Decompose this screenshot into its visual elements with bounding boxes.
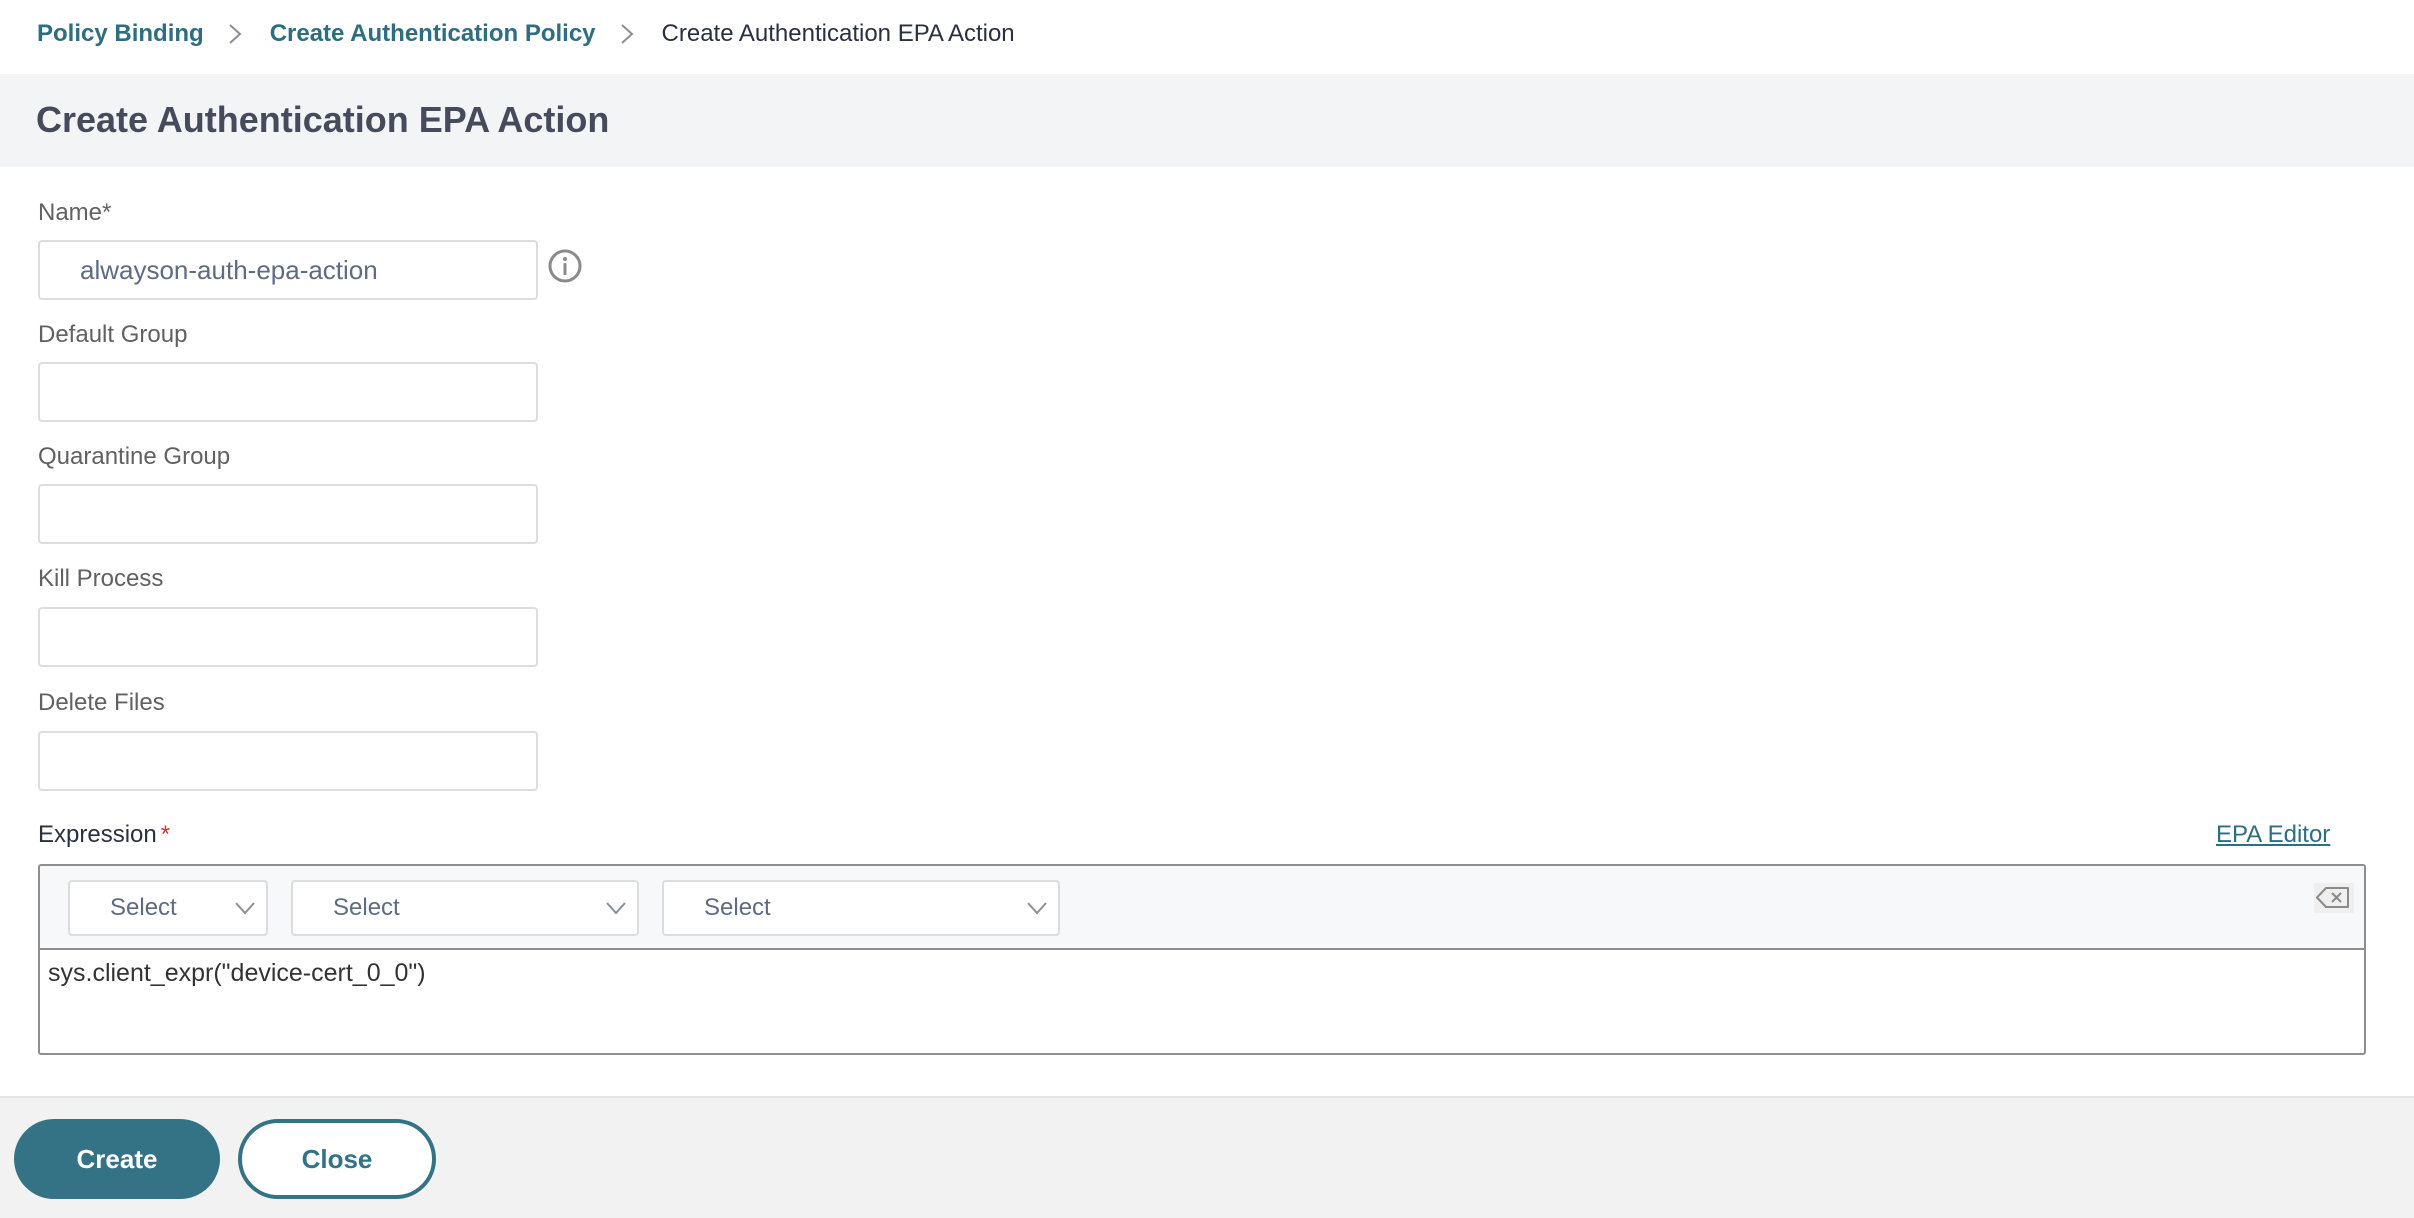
delete-files-label: Delete Files <box>38 689 165 716</box>
breadcrumb-policy-binding[interactable]: Policy Binding <box>37 20 204 48</box>
expression-label-text: Expression <box>38 821 157 848</box>
breadcrumb: Policy Binding Create Authentication Pol… <box>37 14 1015 54</box>
epa-editor-link[interactable]: EPA Editor <box>2216 820 2330 850</box>
footer: Create Close <box>0 1096 2414 1218</box>
default-group-input[interactable] <box>38 362 538 422</box>
breadcrumb-current: Create Authentication EPA Action <box>661 20 1015 47</box>
close-button[interactable]: Close <box>238 1119 436 1199</box>
backspace-clear-icon[interactable] <box>2314 883 2354 913</box>
quarantine-group-input[interactable] <box>38 484 538 544</box>
expression-toolbar: Select Select Select <box>40 866 2364 950</box>
expression-label: Expression * <box>38 820 170 850</box>
required-marker: * <box>160 821 171 848</box>
default-group-label: Default Group <box>38 321 188 348</box>
chevron-down-icon <box>605 898 627 918</box>
page-title: Create Authentication EPA Action <box>36 99 610 140</box>
delete-files-input[interactable] <box>38 731 538 791</box>
expression-select-2[interactable]: Select <box>291 880 639 936</box>
quarantine-group-label: Quarantine Group <box>38 443 231 470</box>
kill-process-label: Kill Process <box>38 565 164 592</box>
select-value: Select <box>333 894 400 921</box>
expression-select-1[interactable]: Select <box>68 880 268 936</box>
kill-process-input[interactable] <box>38 607 538 667</box>
chevron-right-icon <box>620 23 634 45</box>
name-label: Name* <box>38 199 112 226</box>
chevron-down-icon <box>234 898 256 918</box>
info-icon[interactable] <box>547 248 583 284</box>
select-value: Select <box>110 894 177 921</box>
expression-editor: Select Select Select sys.client_expr("de… <box>38 864 2366 1055</box>
chevron-right-icon <box>228 23 242 45</box>
create-button[interactable]: Create <box>14 1119 220 1199</box>
expression-textarea[interactable]: sys.client_expr("device-cert_0_0") <box>48 958 2348 1048</box>
name-input[interactable] <box>38 240 538 300</box>
page-header: Create Authentication EPA Action <box>0 74 2414 167</box>
breadcrumb-create-authentication-policy[interactable]: Create Authentication Policy <box>270 20 596 48</box>
select-value: Select <box>704 894 771 921</box>
expression-select-3[interactable]: Select <box>662 880 1060 936</box>
chevron-down-icon <box>1026 898 1048 918</box>
